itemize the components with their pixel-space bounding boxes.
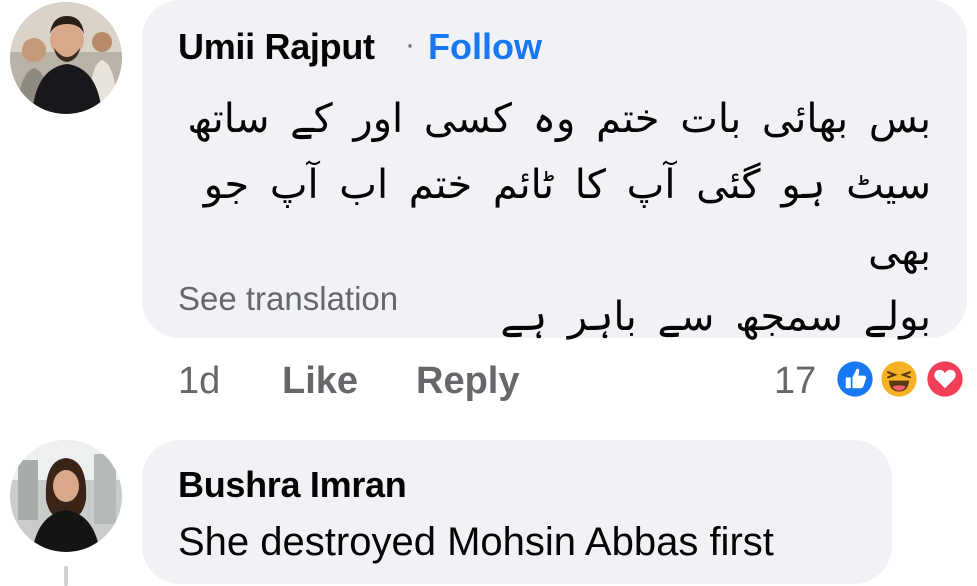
profile-photo-icon bbox=[10, 440, 122, 552]
thread-line bbox=[64, 566, 68, 586]
follow-button[interactable]: Follow bbox=[428, 26, 542, 68]
haha-reaction-icon bbox=[874, 354, 924, 404]
comment-text: She destroyed Mohsin Abbas first bbox=[178, 520, 774, 564]
comment-text-line: سیٹ ہو گئی آپ کا ٹائم ختم اب آپ جو بھی bbox=[203, 162, 931, 274]
comment-author-name[interactable]: Bushra Imran bbox=[178, 464, 407, 506]
see-translation-link[interactable]: See translation bbox=[178, 280, 398, 318]
reply-button[interactable]: Reply bbox=[416, 360, 519, 403]
love-reaction-icon bbox=[920, 354, 970, 404]
comments-section: Umii Rajput · Follow بس بھائی بات ختم وہ… bbox=[0, 0, 977, 586]
comment-timestamp[interactable]: 1d bbox=[178, 360, 220, 403]
comment-text-line: بس بھائی بات ختم وہ کسی اور کے ساتھ bbox=[187, 96, 931, 142]
comment-author-name[interactable]: Umii Rajput bbox=[178, 26, 375, 68]
avatar[interactable] bbox=[10, 440, 122, 552]
follow-separator: · bbox=[405, 28, 415, 61]
profile-photo-icon bbox=[10, 2, 122, 114]
comment-bubble: Umii Rajput · Follow بس بھائی بات ختم وہ… bbox=[142, 0, 967, 340]
comment-bubble: Bushra Imran She destroyed Mohsin Abbas … bbox=[142, 440, 892, 584]
like-reaction-icon bbox=[830, 354, 880, 404]
avatar[interactable] bbox=[10, 2, 122, 114]
reaction-count: 17 bbox=[774, 360, 817, 402]
like-button[interactable]: Like bbox=[282, 360, 358, 403]
